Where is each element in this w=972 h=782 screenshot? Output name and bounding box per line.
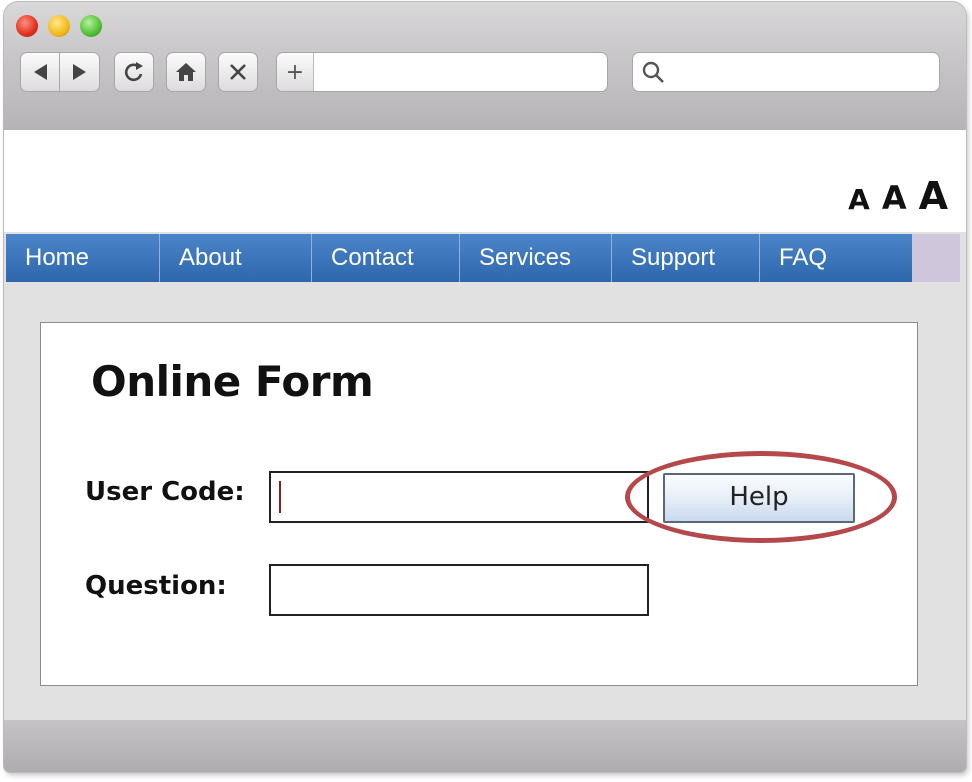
home-icon [176, 63, 196, 81]
browser-window: + A A A Home About Contact Services Supp… [4, 2, 966, 772]
font-size-small[interactable]: A [848, 183, 870, 216]
help-button[interactable]: Help [663, 473, 855, 523]
search-icon [642, 61, 664, 83]
nav-item-faq[interactable]: FAQ [760, 234, 912, 282]
question-label: Question: [85, 571, 227, 601]
close-window-button[interactable] [16, 15, 38, 37]
status-bar [4, 720, 966, 772]
font-size-controls: A A A [848, 174, 948, 218]
plus-icon[interactable]: + [277, 53, 314, 91]
text-caret [279, 481, 281, 513]
forward-button[interactable] [60, 52, 100, 92]
nav-item-support[interactable]: Support [612, 234, 760, 282]
back-button[interactable] [20, 52, 60, 92]
form-title: Online Form [91, 357, 374, 406]
web-page: A A A Home About Contact Services Suppor… [4, 130, 966, 720]
browser-toolbar: + [4, 2, 966, 130]
font-size-large[interactable]: A [919, 174, 948, 218]
reload-button[interactable] [114, 52, 154, 92]
search-input[interactable] [632, 52, 940, 92]
site-header: A A A [4, 130, 966, 232]
nav-item-services[interactable]: Services [460, 234, 612, 282]
stop-button[interactable] [218, 52, 258, 92]
maximize-window-button[interactable] [80, 15, 102, 37]
forward-arrow-icon [72, 64, 86, 80]
home-button[interactable] [166, 52, 206, 92]
close-icon [230, 64, 246, 80]
user-code-input[interactable] [269, 471, 649, 523]
main-nav: Home About Contact Services Support FAQ [6, 234, 960, 282]
address-bar[interactable]: + [276, 52, 608, 92]
user-code-label: User Code: [85, 477, 245, 507]
nav-item-about[interactable]: About [160, 234, 312, 282]
minimize-window-button[interactable] [48, 15, 70, 37]
nav-item-contact[interactable]: Contact [312, 234, 460, 282]
font-size-medium[interactable]: A [882, 179, 907, 217]
question-input[interactable] [269, 564, 649, 616]
online-form: Online Form User Code: Help Question: [40, 322, 918, 686]
back-arrow-icon [34, 64, 47, 80]
reload-icon [124, 62, 143, 82]
nav-item-home[interactable]: Home [6, 234, 160, 282]
